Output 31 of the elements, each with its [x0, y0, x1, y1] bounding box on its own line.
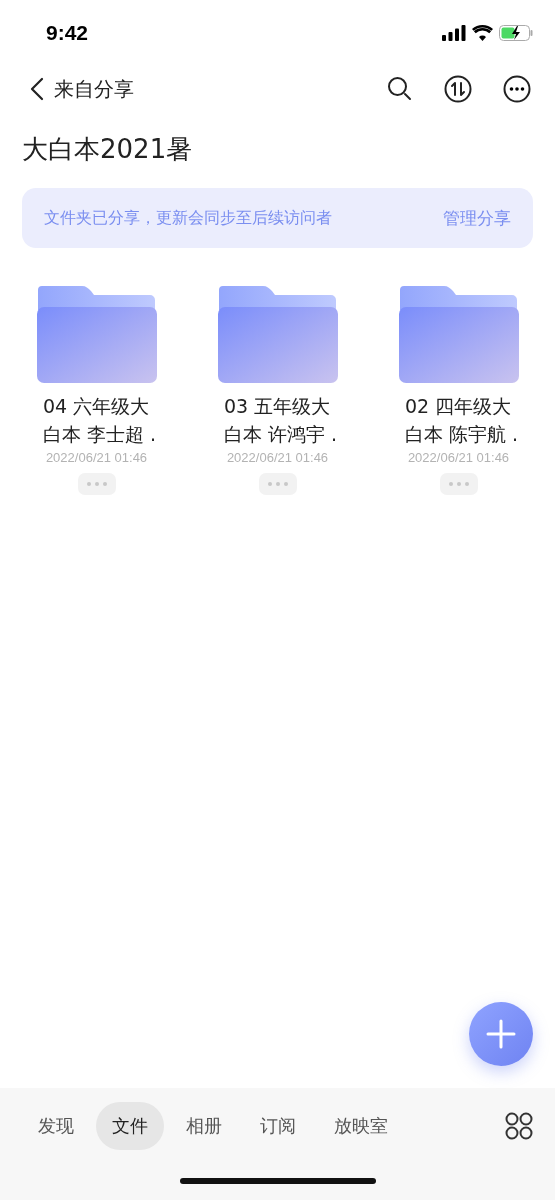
plus-icon	[486, 1019, 516, 1049]
back-button[interactable]: 来自分享	[30, 75, 134, 103]
page-title: 大白本2021暑	[22, 133, 194, 166]
folder-icon	[216, 286, 339, 384]
nav-tab[interactable]: 文件	[96, 1102, 164, 1150]
folder-icon	[35, 286, 158, 384]
status-time: 9:42	[46, 21, 89, 45]
nav-tab[interactable]: 发现	[22, 1102, 90, 1150]
ellipsis-icon	[86, 482, 107, 486]
add-button[interactable]	[469, 1002, 533, 1066]
folder-date: 2022/06/21 01:46	[407, 450, 510, 465]
search-button[interactable]	[387, 76, 413, 102]
apps-button[interactable]	[505, 1112, 533, 1140]
more-button[interactable]	[503, 75, 531, 103]
folder-name: 03 五年级大 白本 许鸿宇 .	[222, 394, 338, 447]
folder-date: 2022/06/21 01:46	[45, 450, 148, 465]
share-notice: 文件夹已分享，更新会同步至后续访问者	[44, 207, 332, 229]
folder-name: 02 四年级大 白本 陈宇航 .	[403, 394, 519, 447]
folder-name: 04 六年级大 白本 李士超 .	[41, 394, 157, 447]
ellipsis-icon	[448, 482, 469, 486]
nav-tab[interactable]: 放映室	[318, 1102, 404, 1150]
ellipsis-icon	[267, 482, 288, 486]
nav-tab[interactable]: 订阅	[244, 1102, 312, 1150]
nav-tab[interactable]: 相册	[170, 1102, 238, 1150]
signal-icon	[442, 25, 466, 41]
wifi-icon	[472, 25, 493, 41]
folder-icon	[397, 286, 520, 384]
battery-charging-icon	[499, 25, 533, 41]
back-chevron-icon	[30, 77, 44, 101]
sort-button[interactable]	[444, 75, 472, 103]
folder-date: 2022/06/21 01:46	[226, 450, 329, 465]
